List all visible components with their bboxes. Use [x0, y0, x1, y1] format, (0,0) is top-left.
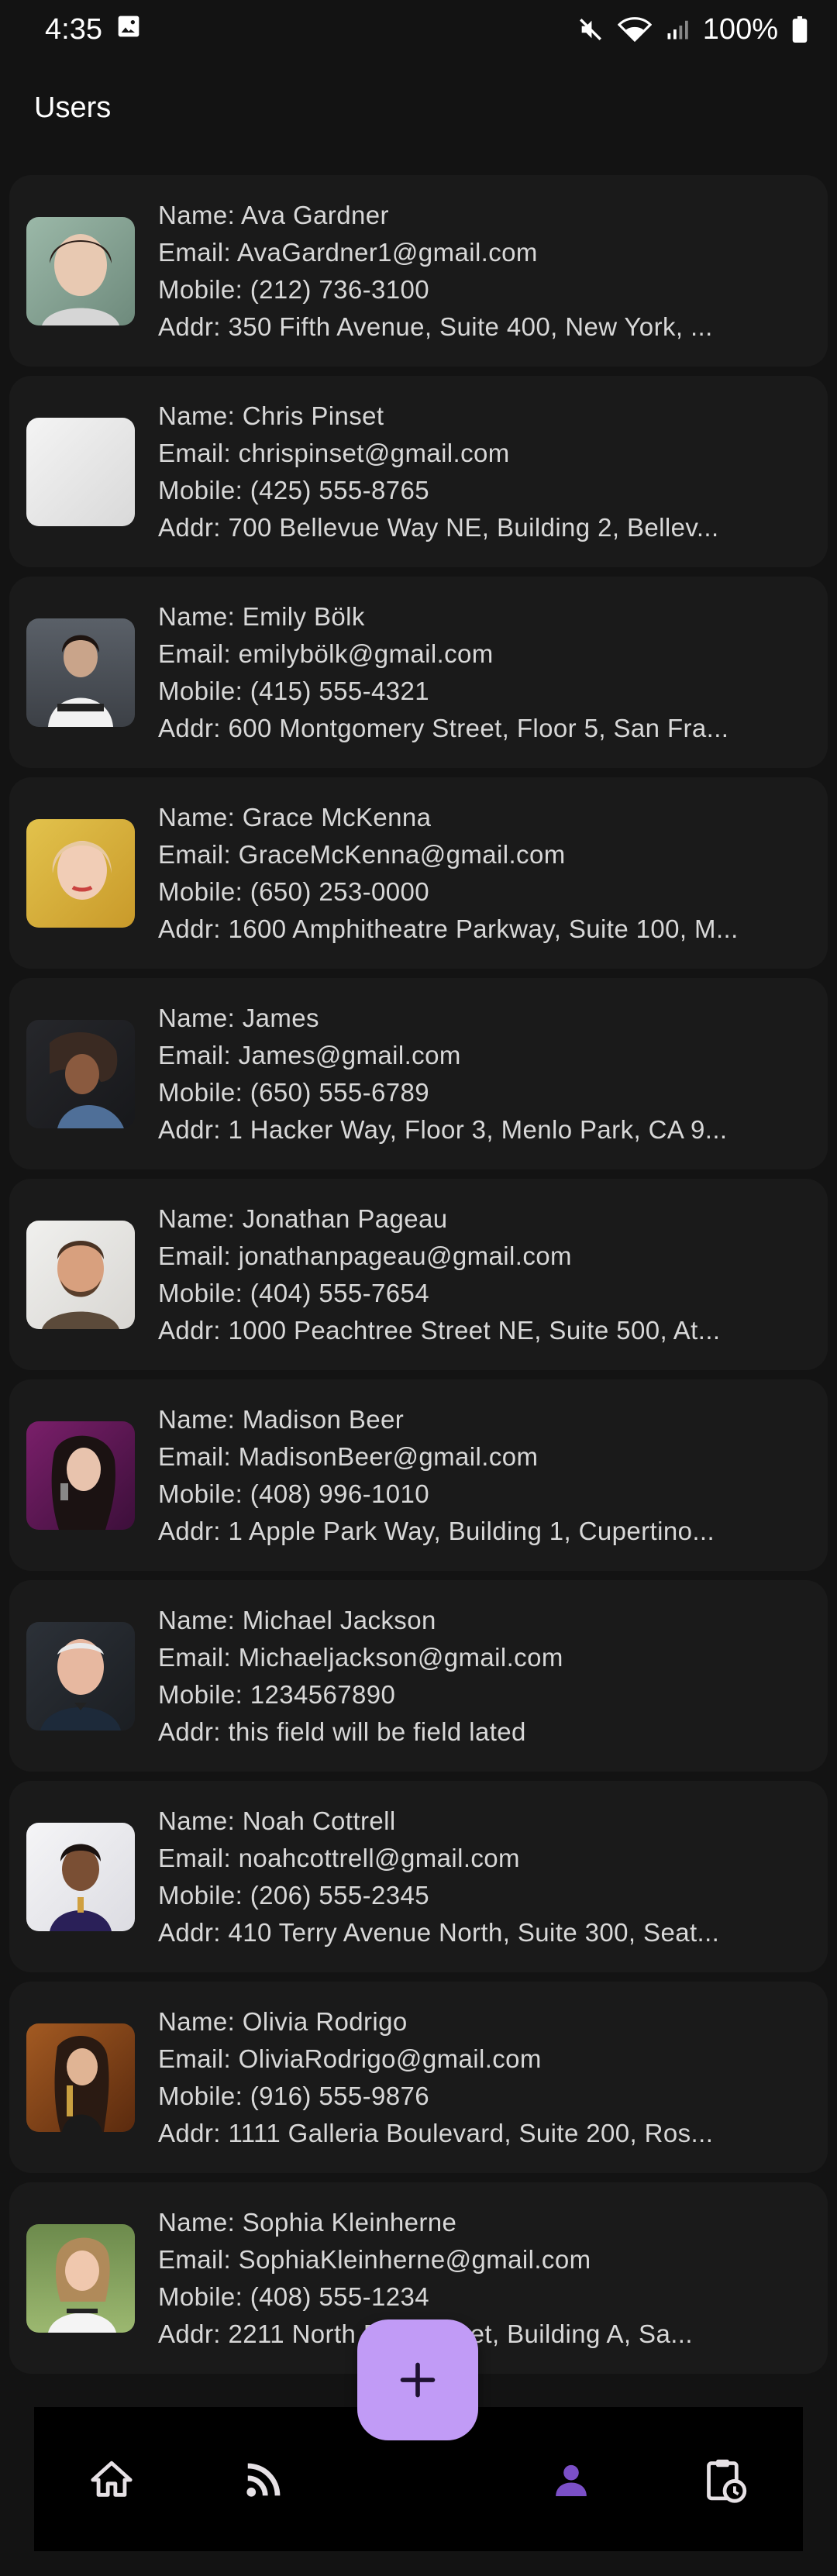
user-email: Email: chrispinset@gmail.com: [158, 438, 510, 467]
user-name: Name: James: [158, 1003, 319, 1032]
user-address: Addr: 1 Hacker Way, Floor 3, Menlo Park,…: [158, 1114, 728, 1144]
add-user-button[interactable]: [357, 2319, 478, 2440]
user-info: Name: Grace McKenna Email: GraceMcKenna@…: [158, 799, 739, 948]
battery-label: 100%: [702, 12, 778, 46]
nav-feed[interactable]: [232, 2449, 294, 2511]
user-address: Addr: 700 Bellevue Way NE, Building 2, B…: [158, 512, 719, 542]
avatar: [26, 1621, 135, 1731]
user-email: Email: SophiaKleinherne@gmail.com: [158, 2244, 591, 2274]
user-name: Name: Emily Bölk: [158, 601, 365, 631]
user-card[interactable]: Name: Ava Gardner Email: AvaGardner1@gma…: [9, 175, 828, 367]
user-name: Name: Michael Jackson: [158, 1605, 436, 1634]
user-info: Name: Madison Beer Email: MadisonBeer@gm…: [158, 1401, 715, 1550]
user-name: Name: Grace McKenna: [158, 802, 432, 832]
avatar: [26, 1421, 135, 1530]
user-mobile: Mobile: (212) 736-3100: [158, 274, 430, 304]
user-info: Name: Chris Pinset Email: chrispinset@gm…: [158, 398, 719, 546]
user-mobile: Mobile: (650) 253-0000: [158, 876, 430, 906]
user-name: Name: Ava Gardner: [158, 200, 389, 229]
user-name: Name: Chris Pinset: [158, 401, 384, 430]
user-name: Name: Noah Cottrell: [158, 1806, 396, 1835]
user-email: Email: MadisonBeer@gmail.com: [158, 1441, 539, 1471]
user-card[interactable]: Name: James Email: James@gmail.com Mobil…: [9, 978, 828, 1169]
user-email: Email: GraceMcKenna@gmail.com: [158, 839, 566, 869]
user-address: Addr: 1000 Peachtree Street NE, Suite 50…: [158, 1315, 721, 1345]
image-icon: [116, 13, 141, 46]
home-icon: [91, 2461, 133, 2497]
person-icon: [556, 2464, 587, 2496]
user-info: Name: James Email: James@gmail.com Mobil…: [158, 1000, 727, 1149]
user-info: Name: Olivia Rodrigo Email: OliviaRodrig…: [158, 2003, 713, 2152]
rss-feed-icon: [246, 2463, 281, 2497]
nav-home[interactable]: [81, 2449, 143, 2511]
user-card[interactable]: Name: Noah Cottrell Email: noahcottrell@…: [9, 1781, 828, 1972]
nav-tasks[interactable]: [694, 2449, 756, 2511]
status-time: 4:35: [45, 12, 102, 46]
wifi-icon: [617, 16, 652, 43]
user-address: Addr: 1111 Galleria Boulevard, Suite 200…: [158, 2118, 714, 2147]
avatar: [26, 818, 135, 928]
user-mobile: Mobile: (408) 996-1010: [158, 1479, 430, 1508]
signal-icon: [666, 18, 689, 41]
user-card[interactable]: Name: Olivia Rodrigo Email: OliviaRodrig…: [9, 1982, 828, 2173]
user-email: Email: AvaGardner1@gmail.com: [158, 237, 538, 267]
avatar: [26, 1019, 135, 1128]
avatar: [26, 2023, 135, 2132]
mute-icon: [577, 16, 604, 43]
user-card[interactable]: Name: Madison Beer Email: MadisonBeer@gm…: [9, 1379, 828, 1571]
user-address: Addr: this field will be field lated: [158, 1717, 526, 1746]
user-name: Name: Sophia Kleinherne: [158, 2207, 457, 2237]
user-email: Email: jonathanpageau@gmail.com: [158, 1241, 572, 1270]
status-right: 100%: [577, 13, 808, 46]
user-mobile: Mobile: (408) 555-1234: [158, 2282, 430, 2311]
status-bar: 4:35 100%: [0, 0, 837, 59]
plus-icon: [400, 2362, 436, 2398]
user-address: Addr: 1 Apple Park Way, Building 1, Cupe…: [158, 1516, 715, 1545]
user-name: Name: Jonathan Pageau: [158, 1204, 448, 1233]
user-name: Name: Madison Beer: [158, 1404, 405, 1434]
user-email: Email: noahcottrell@gmail.com: [158, 1843, 520, 1872]
user-mobile: Mobile: (425) 555-8765: [158, 475, 430, 505]
user-info: Name: Michael Jackson Email: Michaeljack…: [158, 1602, 563, 1751]
avatar: [26, 2223, 135, 2333]
user-card[interactable]: Name: Chris Pinset Email: chrispinset@gm…: [9, 376, 828, 567]
user-info: Name: Ava Gardner Email: AvaGardner1@gma…: [158, 197, 713, 346]
user-info: Name: Noah Cottrell Email: noahcottrell@…: [158, 1803, 719, 1951]
avatar: [26, 1220, 135, 1329]
user-mobile: Mobile: (404) 555-7654: [158, 1278, 430, 1307]
user-email: Email: Michaeljackson@gmail.com: [158, 1642, 563, 1672]
user-card[interactable]: Name: Michael Jackson Email: Michaeljack…: [9, 1580, 828, 1772]
avatar: [26, 417, 135, 526]
user-info: Name: Emily Bölk Email: emilybölk@gmail.…: [158, 598, 728, 747]
user-mobile: Mobile: (415) 555-4321: [158, 676, 430, 705]
user-card[interactable]: Name: Grace McKenna Email: GraceMcKenna@…: [9, 777, 828, 969]
user-address: Addr: 350 Fifth Avenue, Suite 400, New Y…: [158, 312, 713, 341]
user-mobile: Mobile: (650) 555-6789: [158, 1077, 430, 1107]
page-title: Users: [34, 91, 112, 124]
user-email: Email: emilybölk@gmail.com: [158, 639, 494, 668]
user-mobile: Mobile: (206) 555-2345: [158, 1880, 430, 1910]
user-card[interactable]: Name: Jonathan Pageau Email: jonathanpag…: [9, 1179, 828, 1370]
user-list: Name: Ava Gardner Email: AvaGardner1@gma…: [9, 175, 828, 2374]
user-address: Addr: 1600 Amphitheatre Parkway, Suite 1…: [158, 914, 739, 943]
nav-users[interactable]: [540, 2449, 602, 2511]
user-mobile: Mobile: (916) 555-9876: [158, 2081, 430, 2110]
user-mobile: Mobile: 1234567890: [158, 1679, 396, 1709]
user-address: Addr: 600 Montgomery Street, Floor 5, Sa…: [158, 713, 729, 742]
user-info: Name: Jonathan Pageau Email: jonathanpag…: [158, 1200, 720, 1349]
avatar: [26, 618, 135, 727]
avatar: [26, 1822, 135, 1931]
avatar: [26, 216, 135, 325]
clipboard-clock-icon: [707, 2459, 747, 2503]
battery-icon: [792, 16, 808, 43]
user-email: Email: James@gmail.com: [158, 1040, 461, 1069]
user-card[interactable]: Name: Emily Bölk Email: emilybölk@gmail.…: [9, 577, 828, 768]
user-address: Addr: 410 Terry Avenue North, Suite 300,…: [158, 1917, 720, 1947]
user-name: Name: Olivia Rodrigo: [158, 2006, 408, 2036]
status-left: 4:35: [45, 13, 141, 46]
user-email: Email: OliviaRodrigo@gmail.com: [158, 2044, 542, 2073]
